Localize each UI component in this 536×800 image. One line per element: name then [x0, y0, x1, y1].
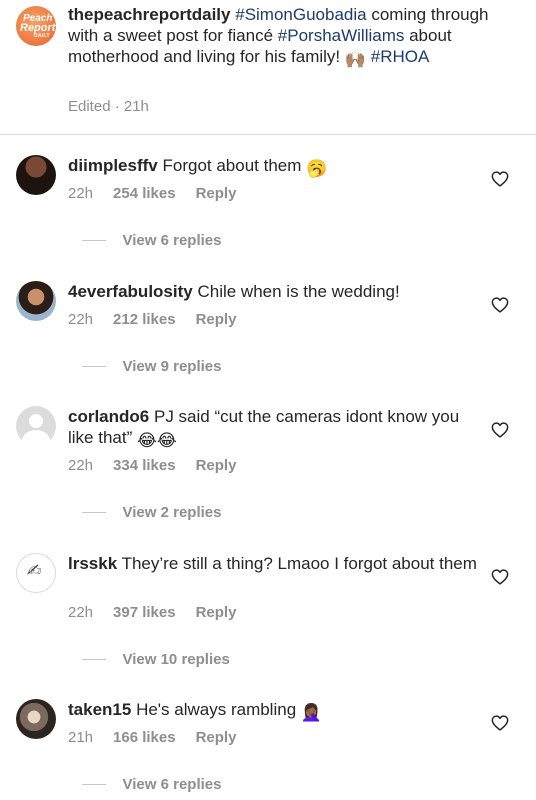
comment-emoji: 😂😂 — [136, 431, 177, 450]
comment-time: 22h — [68, 185, 94, 202]
view-replies-label: View 9 replies — [122, 358, 222, 375]
comment-item: ✍︎ lrsskk They’re still a thing? Lmaoo I … — [0, 553, 536, 679]
commenter-avatar[interactable]: ✍︎ — [16, 553, 56, 593]
comment-username[interactable]: corlando6 — [68, 407, 149, 426]
comment-meta: 22h 212 likes Reply — [68, 311, 256, 328]
comment-likes[interactable]: 397 likes — [113, 604, 176, 621]
comment-time: 22h — [68, 604, 94, 621]
view-replies-button[interactable]: View 6 replies — [82, 776, 221, 793]
comment-time: 21h — [68, 729, 94, 746]
heart-outline-icon[interactable] — [491, 297, 509, 313]
reply-button[interactable]: Reply — [196, 311, 237, 328]
post-author-avatar[interactable]: Peach Report DAILY — [16, 6, 56, 46]
comment-text: corlando6 PJ said “cut the cameras idont… — [68, 406, 478, 451]
default-avatar-head — [29, 414, 43, 428]
view-replies-label: View 2 replies — [122, 504, 222, 521]
comment-meta: 21h 166 likes Reply — [68, 729, 256, 746]
comment-emoji: 🤦🏾‍♀️ — [300, 703, 323, 722]
replies-line — [82, 240, 106, 241]
heart-outline-icon[interactable] — [491, 422, 509, 438]
view-replies-button[interactable]: View 2 replies — [82, 504, 221, 521]
comment-text: 4everfabulosity Chile when is the weddin… — [68, 281, 478, 302]
comment-body: Chile when is the wedding! — [197, 282, 400, 301]
comment-item: corlando6 PJ said “cut the cameras idont… — [0, 406, 536, 532]
commenter-avatar[interactable] — [16, 281, 56, 321]
divider — [0, 134, 536, 135]
comment-meta: 22h 334 likes Reply — [68, 457, 256, 474]
comment-likes[interactable]: 254 likes — [113, 185, 176, 202]
reply-button[interactable]: Reply — [196, 457, 237, 474]
post-author-username[interactable]: thepeachreportdaily — [68, 5, 231, 24]
comment-item: 4everfabulosity Chile when is the weddin… — [0, 281, 536, 407]
comment-likes[interactable]: 212 likes — [113, 311, 176, 328]
comment-meta: 22h 397 likes Reply — [68, 604, 256, 621]
comment-body: They’re still a thing? Lmaoo I forgot ab… — [121, 554, 477, 573]
replies-line — [82, 659, 106, 660]
comment-body: He's always rambling — [136, 700, 297, 719]
commenter-avatar[interactable] — [16, 406, 56, 446]
edited-timestamp: Edited · 21h — [68, 98, 149, 115]
comment-username[interactable]: diimplesffv — [68, 156, 158, 175]
comment-emoji: 🥱 — [306, 159, 328, 178]
commenter-avatar[interactable] — [16, 155, 56, 195]
replies-line — [82, 366, 106, 367]
view-replies-label: View 10 replies — [122, 651, 230, 668]
heart-outline-icon[interactable] — [491, 171, 509, 187]
comment-item: diimplesffv Forgot about them 🥱 22h 254 li… — [0, 155, 536, 281]
replies-line — [82, 784, 106, 785]
reply-button[interactable]: Reply — [196, 729, 237, 746]
raised-hands-emoji: 🙌🏽 — [344, 50, 367, 69]
hashtag-link[interactable]: #SimonGuobadia — [235, 5, 366, 24]
view-replies-button[interactable]: View 10 replies — [82, 651, 230, 668]
comment-time: 22h — [68, 311, 94, 328]
view-replies-button[interactable]: View 9 replies — [82, 358, 221, 375]
hashtag-link[interactable]: #RHOA — [371, 47, 430, 66]
comment-body: Forgot about them — [162, 156, 302, 175]
comment-likes[interactable]: 334 likes — [113, 457, 176, 474]
replies-line — [82, 512, 106, 513]
reply-button[interactable]: Reply — [196, 604, 237, 621]
comment-username[interactable]: lrsskk — [68, 554, 117, 573]
comment-likes[interactable]: 166 likes — [113, 729, 176, 746]
comment-username[interactable]: 4everfabulosity — [68, 282, 193, 301]
comment-text: taken15 He's always rambling 🤦🏾‍♀️ — [68, 699, 478, 723]
comment-item: taken15 He's always rambling 🤦🏾‍♀️ 21h 166… — [0, 699, 536, 800]
reply-button[interactable]: Reply — [196, 185, 237, 202]
avatar-logo-line3: DAILY — [34, 33, 51, 39]
hashtag-link[interactable]: #PorshaWilliams — [278, 26, 405, 45]
view-replies-button[interactable]: View 6 replies — [82, 232, 221, 249]
comment-meta: 22h 254 likes Reply — [68, 185, 256, 202]
heart-outline-icon[interactable] — [491, 715, 509, 731]
comment-time: 22h — [68, 457, 94, 474]
comment-text: diimplesffv Forgot about them 🥱 — [68, 155, 478, 179]
comment-username[interactable]: taken15 — [68, 700, 131, 719]
comment-text: lrsskk They’re still a thing? Lmaoo I fo… — [68, 553, 478, 574]
signature-mark: ✍︎ — [26, 561, 41, 581]
commenter-avatar[interactable] — [16, 699, 56, 739]
view-replies-label: View 6 replies — [122, 776, 222, 793]
heart-outline-icon[interactable] — [491, 569, 509, 585]
view-replies-label: View 6 replies — [122, 232, 222, 249]
caption-text: thepeachreportdaily #SimonGuobadia comin… — [68, 4, 523, 70]
default-avatar-body — [22, 430, 50, 446]
